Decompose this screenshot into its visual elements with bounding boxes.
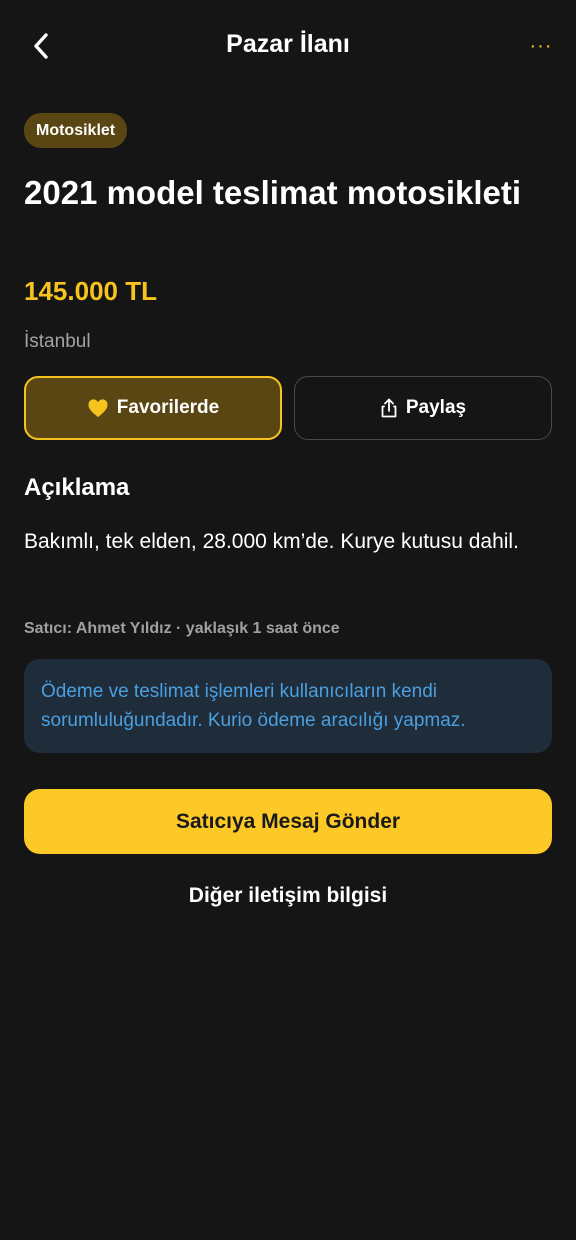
- description-text: Bakımlı, tek elden, 28.000 km’de. Kurye …: [24, 530, 519, 553]
- favorite-label: Favorilerde: [116, 397, 220, 418]
- more-horizontal-icon: ···: [529, 34, 553, 57]
- heart-icon: [88, 399, 108, 418]
- listing-location: İstanbul: [24, 331, 91, 352]
- info-notice: Ödeme ve teslimat işlemleri kullanıcılar…: [24, 659, 552, 753]
- share-button[interactable]: Paylaş: [294, 376, 552, 440]
- other-contact-info-link[interactable]: Diğer iletişim bilgisi: [0, 884, 576, 908]
- category-badge: Motosiklet: [24, 113, 128, 148]
- share-label: Paylaş: [405, 397, 467, 418]
- listing-title: 2021 model teslimat motosikleti: [24, 174, 522, 211]
- favorite-button[interactable]: Favorilerde: [24, 376, 282, 440]
- listing-price: 145.000 TL: [24, 276, 157, 306]
- page-title: Pazar İlanı: [226, 30, 350, 58]
- message-seller-button[interactable]: Satıcıya Mesaj Gönder: [24, 789, 552, 854]
- description-heading: Açıklama: [24, 474, 130, 501]
- more-options-button[interactable]: ···: [526, 34, 556, 58]
- share-icon: [381, 398, 397, 418]
- seller-info: Satıcı: Ahmet Yıldız · yaklaşık 1 saat ö…: [24, 620, 340, 637]
- top-bar: Pazar İlanı ···: [0, 0, 576, 92]
